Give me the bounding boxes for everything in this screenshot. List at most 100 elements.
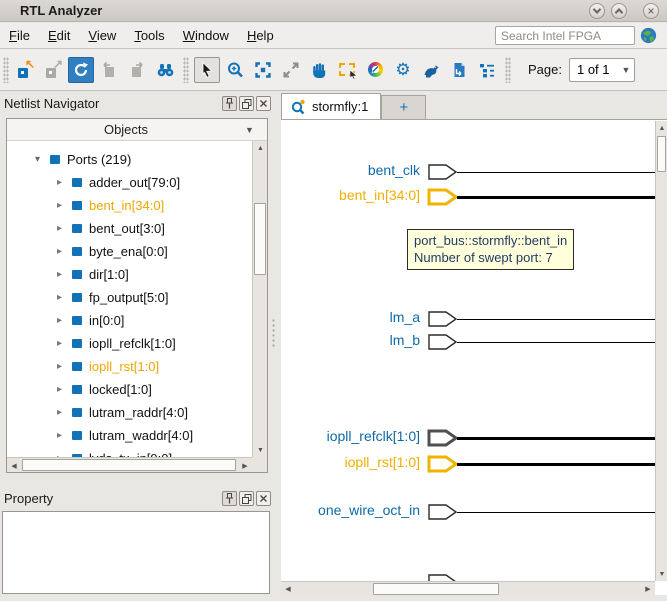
scroll-right-icon[interactable]: ▶ — [238, 458, 252, 473]
scroll-down-icon[interactable]: ▼ — [253, 443, 268, 457]
schematic-port-lm_a[interactable]: lm_a — [281, 309, 655, 329]
menu-view[interactable]: View — [79, 24, 125, 47]
expand-icon[interactable]: ▸ — [53, 223, 66, 234]
tree-horizontal-scrollbar[interactable]: ◀ ▶ — [7, 457, 252, 472]
scroll-down-icon[interactable]: ▼ — [656, 567, 667, 581]
pan-tool-button[interactable] — [306, 57, 332, 83]
expand-icon[interactable]: ▸ — [53, 292, 66, 303]
page-selector[interactable]: 1 of 1 ▼ — [569, 58, 635, 82]
tree-item-dir-1-0[interactable]: ▸dir[1:0] — [7, 263, 252, 286]
refresh-button[interactable] — [68, 57, 94, 83]
tree-item-byte_ena-0-0[interactable]: ▸byte_ena[0:0] — [7, 240, 252, 263]
tree-item-label: iopll_rst[1:0] — [89, 359, 159, 374]
expand-icon[interactable]: ▸ — [53, 384, 66, 395]
schematic-port-bent_in-34-0[interactable]: bent_in[34:0] — [281, 187, 655, 207]
next-page-button[interactable] — [124, 57, 150, 83]
expand-icon[interactable]: ▸ — [53, 361, 66, 372]
tree-item-lvds_tx_in-9-0[interactable]: ▸lvds_tx_in[9:0] — [7, 447, 252, 457]
scroll-left-icon[interactable]: ◀ — [7, 458, 21, 473]
objects-column-header[interactable]: Objects ▼ — [7, 119, 267, 141]
expand-icon[interactable]: ▸ — [53, 177, 66, 188]
scroll-up-icon[interactable]: ▲ — [253, 141, 268, 155]
schematic-canvas[interactable]: bent_clk bent_in[34:0] lm_a lm_b iopll_refcl… — [281, 121, 655, 581]
scroll-right-icon[interactable]: ▶ — [641, 582, 655, 596]
port-symbol-icon — [427, 454, 459, 479]
scrollbar-thumb[interactable] — [254, 203, 266, 275]
pin-button[interactable] — [222, 96, 237, 111]
scrollbar-thumb[interactable] — [22, 459, 236, 471]
schematic-port-one_wire_oct_in[interactable]: one_wire_oct_in — [281, 502, 655, 522]
expand-icon[interactable]: ▸ — [53, 200, 66, 211]
tree-item-fp_output-5-0[interactable]: ▸fp_output[5:0] — [7, 286, 252, 309]
scrollbar-thumb[interactable] — [657, 136, 666, 172]
settings-button[interactable]: ⚙ — [390, 57, 416, 83]
tree-item-bent_in-34-0[interactable]: ▸bent_in[34:0] — [7, 194, 252, 217]
toolbar-separator — [505, 57, 511, 83]
menu-window[interactable]: Window — [174, 24, 238, 47]
toolbar-handle[interactable] — [3, 57, 9, 83]
tree-vertical-scrollbar[interactable]: ▲ ▼ — [252, 141, 267, 457]
schematic-port-iopll_rst-1-0[interactable]: iopll_rst[1:0] — [281, 454, 655, 474]
hierarchy-view-button[interactable] — [474, 57, 500, 83]
tree-item-lutram_waddr-4-0[interactable]: ▸lutram_waddr[4:0] — [7, 424, 252, 447]
expand-icon[interactable]: ▸ — [53, 246, 66, 257]
export-report-button[interactable] — [446, 57, 472, 83]
close-button[interactable] — [256, 491, 271, 506]
expand-icon[interactable]: ▸ — [53, 430, 66, 441]
birds-eye-view-button[interactable] — [418, 57, 444, 83]
zoom-tool-button[interactable] — [222, 57, 248, 83]
navigate-up-button[interactable]: ↖ — [12, 57, 38, 83]
canvas-vertical-scrollbar[interactable]: ▲ ▼ — [655, 121, 667, 581]
close-button[interactable] — [256, 96, 271, 111]
marquee-select-button[interactable] — [334, 57, 360, 83]
close-button[interactable]: × — [643, 3, 659, 19]
expand-icon[interactable]: ▸ — [53, 269, 66, 280]
tree-item-lutram_raddr-4-0[interactable]: ▸lutram_raddr[4:0] — [7, 401, 252, 424]
panel-splitter[interactable] — [271, 318, 276, 348]
select-tool-icon — [198, 61, 216, 79]
expand-view-button[interactable] — [278, 57, 304, 83]
schematic-port-clipped[interactable] — [281, 572, 655, 581]
tab-stormfly[interactable]: stormfly:1 — [281, 93, 381, 119]
fit-view-button[interactable] — [250, 57, 276, 83]
scroll-left-icon[interactable]: ◀ — [281, 582, 295, 596]
schematic-port-iopll_refclk-1-0[interactable]: iopll_refclk[1:0] — [281, 428, 655, 448]
find-button[interactable] — [152, 57, 178, 83]
previous-page-button[interactable] — [96, 57, 122, 83]
pin-button[interactable] — [222, 491, 237, 506]
menu-file[interactable]: File — [0, 24, 39, 47]
unshade-button[interactable] — [611, 3, 627, 19]
collapse-icon[interactable]: ▾ — [31, 154, 44, 165]
canvas-horizontal-scrollbar[interactable]: ◀ ▶ — [281, 581, 655, 596]
float-button[interactable] — [239, 491, 254, 506]
port-symbol-icon — [427, 428, 459, 453]
titlebar: RTL Analyzer × — [0, 0, 667, 22]
search-input[interactable] — [495, 26, 635, 45]
expand-icon[interactable]: ▸ — [53, 315, 66, 326]
netlist-navigator-panel: Netlist Navigator Objects ▼ ▾Ports (219)… — [0, 93, 274, 481]
select-tool-button[interactable] — [194, 57, 220, 83]
menu-edit[interactable]: Edit — [39, 24, 79, 47]
menu-tools[interactable]: Tools — [125, 24, 173, 47]
navigate-forward-button[interactable]: ↗ — [40, 57, 66, 83]
float-button[interactable] — [239, 96, 254, 111]
tree-item-adder_out-79-0[interactable]: ▸adder_out[79:0] — [7, 171, 252, 194]
shade-button[interactable] — [589, 3, 605, 19]
scroll-up-icon[interactable]: ▲ — [656, 121, 667, 135]
color-settings-button[interactable] — [362, 57, 388, 83]
expand-icon[interactable]: ▸ — [53, 407, 66, 418]
tree-item-ports-219[interactable]: ▾Ports (219) — [7, 148, 252, 171]
expand-icon[interactable]: ▸ — [53, 338, 66, 349]
schematic-port-bent_clk[interactable]: bent_clk — [281, 162, 655, 182]
new-tab-button[interactable]: + — [381, 95, 426, 119]
schematic-port-lm_b[interactable]: lm_b — [281, 332, 655, 352]
wire — [457, 512, 655, 513]
tree-item-iopll_refclk-1-0[interactable]: ▸iopll_refclk[1:0] — [7, 332, 252, 355]
tree-item-bent_out-3-0[interactable]: ▸bent_out[3:0] — [7, 217, 252, 240]
globe-icon[interactable] — [640, 27, 657, 44]
tree-item-iopll_rst-1-0[interactable]: ▸ iopll_rst[1:0] — [7, 355, 252, 378]
scrollbar-thumb[interactable] — [373, 583, 499, 595]
tree-item-in-0-0[interactable]: ▸in[0:0] — [7, 309, 252, 332]
tree-item-locked-1-0[interactable]: ▸locked[1:0] — [7, 378, 252, 401]
menu-help[interactable]: Help — [238, 24, 283, 47]
